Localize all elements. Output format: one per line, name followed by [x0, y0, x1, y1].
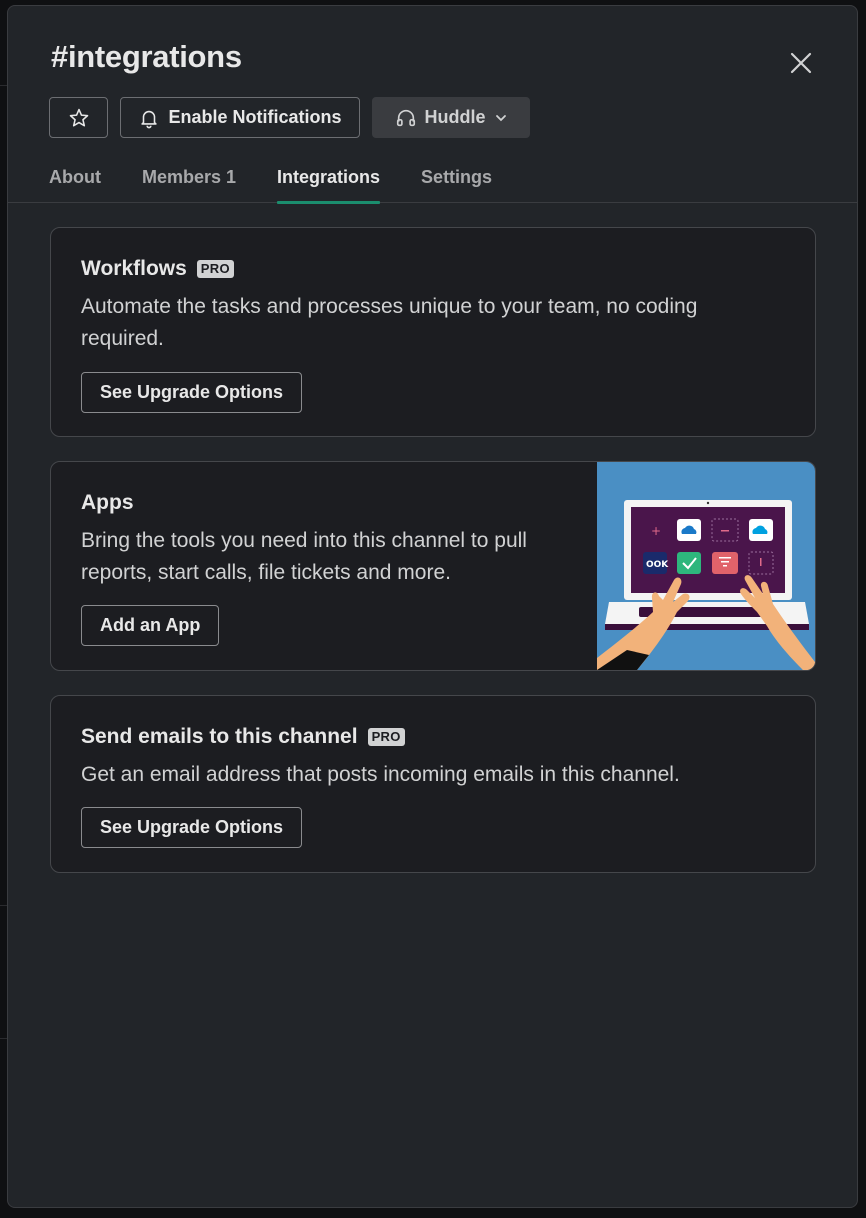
enable-notifications-button[interactable]: Enable Notifications: [120, 97, 360, 138]
apps-description: Bring the tools you need into this chann…: [81, 525, 527, 589]
chevron-down-icon: [495, 114, 506, 121]
headphones-icon: [396, 109, 415, 126]
apps-illustration: + OOK: [597, 462, 815, 670]
tab-bar: About Members 1 Integrations Settings: [8, 161, 857, 204]
apps-card: Apps Bring the tools you need into this …: [50, 461, 816, 671]
close-button[interactable]: [786, 48, 816, 78]
illustration-app-text: OOK: [646, 560, 669, 570]
pro-badge: PRO: [367, 728, 405, 746]
huddle-button[interactable]: Huddle: [372, 97, 530, 138]
star-icon: [69, 108, 88, 126]
tab-settings[interactable]: Settings: [421, 161, 492, 203]
workflows-card: Workflows PRO Automate the tasks and pro…: [50, 227, 816, 437]
apps-description-line: reports, start calls, file tickets and m…: [81, 561, 451, 584]
bell-icon: [141, 110, 158, 128]
workflows-description: Automate the tasks and processes unique …: [81, 291, 697, 355]
tab-integrations[interactable]: Integrations: [277, 161, 381, 204]
channel-details-modal: #integrations Enable Notifications Huddl…: [7, 5, 858, 1208]
channel-toolbar: Enable Notifications Huddle: [49, 97, 530, 138]
workflows-description-line: required.: [81, 327, 164, 350]
workflows-description-line: Automate the tasks and processes unique …: [81, 295, 698, 318]
enable-notifications-label: Enable Notifications: [168, 107, 342, 127]
workflows-upgrade-button[interactable]: See Upgrade Options: [81, 372, 303, 413]
apps-title: Apps: [81, 491, 134, 515]
svg-text:+: +: [651, 524, 661, 538]
pro-badge: PRO: [196, 260, 234, 278]
close-icon: [790, 52, 812, 74]
email-upgrade-button[interactable]: See Upgrade Options: [81, 807, 303, 848]
apps-title-text: Apps: [81, 491, 134, 514]
laptop-illustration: + OOK: [597, 500, 815, 670]
apps-description-line: Bring the tools you need into this chann…: [81, 529, 527, 552]
email-description: Get an email address that posts incoming…: [81, 763, 680, 786]
email-channel-card: Send emails to this channel PRO Get an e…: [50, 695, 816, 873]
tab-members[interactable]: Members 1: [142, 161, 236, 203]
channel-title: #integrations: [51, 39, 242, 75]
channel-hash: #: [51, 39, 68, 74]
workflows-title-text: Workflows: [81, 257, 187, 280]
email-title: Send emails to this channel PRO: [81, 725, 405, 749]
email-title-text: Send emails to this channel: [81, 725, 358, 748]
star-channel-button[interactable]: [49, 97, 108, 138]
huddle-label: Huddle: [424, 107, 486, 127]
add-app-button[interactable]: Add an App: [81, 605, 220, 646]
channel-name: integrations: [67, 39, 242, 74]
workflows-title: Workflows PRO: [81, 257, 234, 281]
tab-about[interactable]: About: [49, 161, 101, 203]
